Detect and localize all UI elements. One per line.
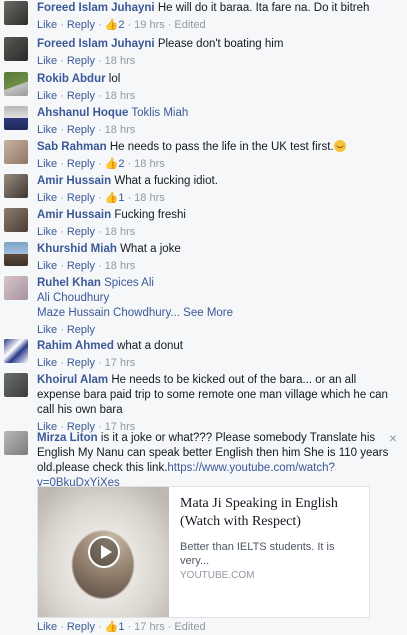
edited-label[interactable]: Edited	[174, 19, 205, 31]
comment-text: What a fucking idiot.	[114, 175, 218, 187]
tagged-name-link[interactable]: Ali Choudhury	[37, 291, 389, 306]
comment-time[interactable]: 18 hrs	[105, 226, 136, 238]
like-link[interactable]: Like	[37, 226, 57, 238]
reply-link[interactable]: Reply	[67, 124, 95, 136]
commenter-name[interactable]: Khoirul Alam	[37, 374, 108, 386]
avatar[interactable]	[4, 339, 28, 363]
comment-time[interactable]: 18 hrs	[134, 192, 165, 204]
commenter-name[interactable]: Ahshanul Hoque	[37, 107, 128, 119]
comment-time[interactable]: 17 hrs	[105, 357, 136, 369]
avatar[interactable]	[4, 208, 28, 232]
comment-text: What a joke	[120, 243, 181, 255]
thumbs-up-icon[interactable]: 👍	[105, 192, 119, 204]
preview-source: YOUTUBE.COM	[180, 570, 255, 581]
edited-label[interactable]: Edited	[174, 621, 205, 633]
comment-text: He needs to pass the life in the UK test…	[109, 141, 334, 153]
comment-time[interactable]: 18 hrs	[105, 124, 136, 136]
like-link[interactable]: Like	[37, 324, 57, 336]
play-icon[interactable]	[88, 536, 120, 568]
avatar[interactable]	[4, 431, 28, 455]
comment-text: He will do it baraa. Ita fare na. Do it …	[157, 2, 370, 14]
reply-link[interactable]: Reply	[67, 158, 95, 170]
avatar[interactable]	[4, 140, 28, 164]
comment-text: what a donut	[117, 340, 183, 352]
like-link[interactable]: Like	[37, 260, 57, 272]
grinning-emoji-icon	[333, 140, 346, 152]
comment-time[interactable]: 18 hrs	[134, 158, 165, 170]
reply-link[interactable]: Reply	[67, 324, 95, 336]
like-link[interactable]: Like	[37, 90, 57, 102]
like-link[interactable]: Like	[37, 357, 57, 369]
like-link[interactable]: Like	[37, 192, 57, 204]
like-link[interactable]: Like	[37, 158, 57, 170]
close-icon[interactable]: ×	[389, 431, 397, 445]
reply-link[interactable]: Reply	[67, 90, 95, 102]
thumbs-up-icon[interactable]: 👍	[105, 19, 119, 31]
commenter-name[interactable]: Foreed Islam Juhayni	[37, 2, 155, 14]
commenter-name[interactable]: Khurshid Miah	[37, 243, 117, 255]
preview-title[interactable]: Mata Ji Speaking in English (Watch with …	[180, 495, 365, 531]
tagged-name-link[interactable]: Spices Ali	[104, 277, 154, 289]
avatar[interactable]	[4, 72, 28, 96]
reply-link[interactable]: Reply	[67, 55, 95, 67]
see-more-link[interactable]: See More	[183, 307, 233, 319]
reply-link[interactable]: Reply	[67, 192, 95, 204]
commenter-name[interactable]: Rokib Abdur	[37, 73, 106, 85]
avatar[interactable]	[4, 242, 28, 266]
commenter-name[interactable]: Amir Hussain	[37, 209, 111, 221]
comment-text: Fucking freshi	[114, 209, 186, 221]
reply-link[interactable]: Reply	[67, 226, 95, 238]
like-link[interactable]: Like	[37, 19, 57, 31]
avatar[interactable]	[4, 276, 28, 300]
comment-time[interactable]: 17 hrs	[134, 621, 165, 633]
comment-time[interactable]: 19 hrs	[134, 19, 165, 31]
avatar[interactable]	[4, 1, 28, 25]
preview-description: Better than IELTS students. It is very..…	[180, 541, 335, 567]
comment-time[interactable]: 18 hrs	[105, 55, 136, 67]
comment-time[interactable]: 18 hrs	[105, 260, 136, 272]
commenter-name[interactable]: Sab Rahman	[37, 141, 107, 153]
thumbs-up-icon[interactable]: 👍	[105, 621, 119, 633]
tagged-name-link[interactable]: Maze Hussain Chowdhury...	[37, 307, 180, 319]
video-thumbnail[interactable]	[38, 487, 169, 617]
reply-link[interactable]: Reply	[67, 357, 95, 369]
comment-text: lol	[108, 73, 121, 85]
comment-time[interactable]: 18 hrs	[105, 90, 136, 102]
comment-item: Mirza Liton is it a joke or what??? Plea…	[0, 431, 407, 633]
reply-link[interactable]: Reply	[67, 621, 95, 633]
like-link[interactable]: Like	[37, 55, 57, 67]
like-link[interactable]: Like	[37, 124, 57, 136]
tagged-name-link[interactable]: Toklis Miah	[131, 107, 188, 119]
commenter-name[interactable]: Amir Hussain	[37, 175, 111, 187]
commenter-name[interactable]: Rahim Ahmed	[37, 340, 114, 352]
comment-text: Please don't boating him	[157, 38, 284, 50]
reply-link[interactable]: Reply	[67, 19, 95, 31]
reply-link[interactable]: Reply	[67, 260, 95, 272]
commenter-name[interactable]: Mirza Liton	[37, 432, 98, 444]
commenter-name[interactable]: Foreed Islam Juhayni	[37, 38, 155, 50]
commenter-name[interactable]: Ruhel Khan	[37, 277, 101, 289]
link-preview-card[interactable]: Mata Ji Speaking in English (Watch with …	[37, 486, 370, 618]
avatar[interactable]	[4, 106, 28, 130]
thumbs-up-icon[interactable]: 👍	[105, 158, 119, 170]
avatar[interactable]	[4, 373, 28, 397]
avatar[interactable]	[4, 37, 28, 61]
like-link[interactable]: Like	[37, 621, 57, 633]
avatar[interactable]	[4, 174, 28, 198]
